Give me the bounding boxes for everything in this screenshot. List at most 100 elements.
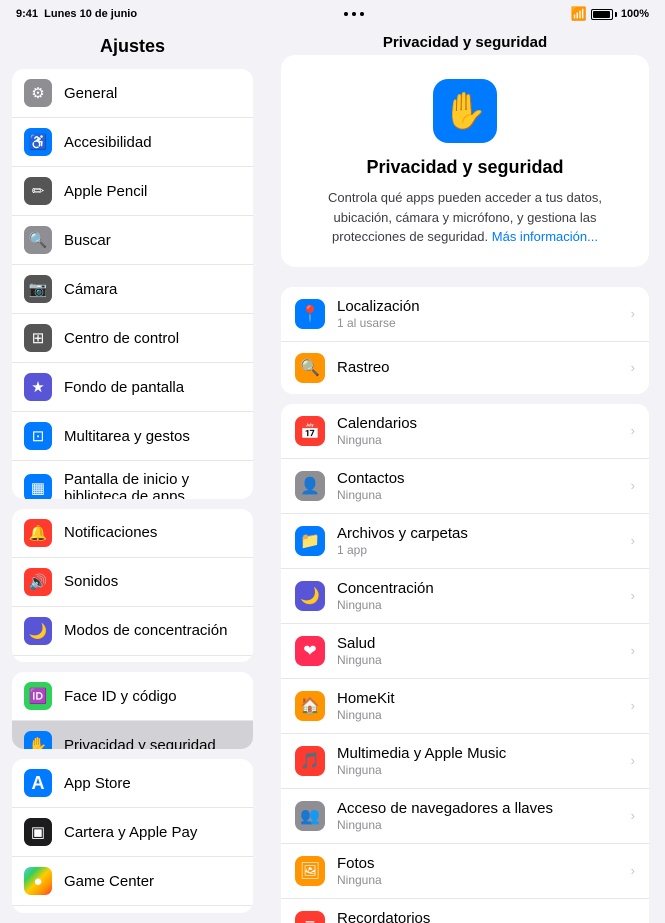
salud-content: Salud Ninguna	[337, 635, 627, 667]
archivos-chevron: ›	[631, 533, 635, 548]
localizacion-icon: 📍	[295, 299, 325, 329]
multimedia-subtitle: Ninguna	[337, 763, 627, 777]
sidebar-item-privacy[interactable]: ✋ Privacidad y seguridad	[12, 721, 253, 749]
sidebar-group-3: 🆔 Face ID y código ✋ Privacidad y seguri…	[12, 672, 253, 749]
llaves-chevron: ›	[631, 808, 635, 823]
sidebar-item-screentime[interactable]: ⏱ Tiempo de uso	[12, 656, 253, 663]
llaves-content: Acceso de navegadores a llaves Ninguna	[337, 800, 627, 832]
concentracion-icon: 🌙	[24, 617, 52, 645]
llaves-subtitle: Ninguna	[337, 818, 627, 832]
fotos-icon: 🖼	[295, 856, 325, 886]
sidebar-item-camara[interactable]: 📷 Cámara	[12, 265, 253, 314]
sidebar-item-faceid[interactable]: 🆔 Face ID y código	[12, 672, 253, 721]
rastreo-right: ›	[627, 360, 635, 375]
pencil-label: Apple Pencil	[64, 183, 147, 200]
battery-body	[591, 9, 613, 20]
recordatorios-title: Recordatorios	[337, 910, 627, 923]
settings-row-llaves[interactable]: 👥 Acceso de navegadores a llaves Ninguna…	[281, 789, 649, 844]
sonidos-label: Sonidos	[64, 573, 118, 590]
detail-title: Privacidad y seguridad	[383, 34, 547, 51]
multitarea-icon: ⊡	[24, 422, 52, 450]
status-right: 📶 100%	[571, 6, 649, 22]
battery-fill	[593, 11, 610, 18]
salud-icon: ❤	[295, 636, 325, 666]
sidebar-item-fondo[interactable]: ★ Fondo de pantalla	[12, 363, 253, 412]
settings-row-archivos[interactable]: 📁 Archivos y carpetas 1 app ›	[281, 514, 649, 569]
archivos-subtitle: 1 app	[337, 543, 627, 557]
calendarios-subtitle: Ninguna	[337, 433, 627, 447]
sidebar-item-concentracion[interactable]: 🌙 Modos de concentración	[12, 607, 253, 656]
contactos-chevron: ›	[631, 478, 635, 493]
concentracion-detail-icon: 🌙	[295, 581, 325, 611]
fotos-subtitle: Ninguna	[337, 873, 627, 887]
sidebar-item-accesibilidad[interactable]: ♿ Accesibilidad	[12, 118, 253, 167]
privacy-label: Privacidad y seguridad	[64, 737, 216, 749]
salud-subtitle: Ninguna	[337, 653, 627, 667]
sidebar-item-wallet[interactable]: ▣ Cartera y Apple Pay	[12, 808, 253, 857]
salud-title: Salud	[337, 635, 627, 652]
fotos-title: Fotos	[337, 855, 627, 872]
localizacion-right: ›	[627, 306, 635, 321]
settings-row-recordatorios[interactable]: ≡ Recordatorios Ninguna ›	[281, 899, 649, 923]
settings-row-fotos[interactable]: 🖼 Fotos Ninguna ›	[281, 844, 649, 899]
sidebar-item-control[interactable]: ⊞ Centro de control	[12, 314, 253, 363]
privacy-icon: ✋	[24, 731, 52, 749]
settings-row-contactos[interactable]: 👤 Contactos Ninguna ›	[281, 459, 649, 514]
sonidos-icon: 🔊	[24, 568, 52, 596]
camara-icon: 📷	[24, 275, 52, 303]
concentracion-detail-subtitle: Ninguna	[337, 598, 627, 612]
sidebar-item-appstore[interactable]: A App Store	[12, 759, 253, 808]
sidebar-group-1: ⚙ General ♿ Accesibilidad ✏ Apple Pencil…	[12, 69, 253, 499]
general-label: General	[64, 85, 117, 102]
wallet-label: Cartera y Apple Pay	[64, 824, 197, 841]
dot1	[344, 12, 348, 16]
battery-pct: 100%	[621, 8, 649, 20]
sidebar-item-homescreen[interactable]: ▦ Pantalla de inicio y biblioteca de app…	[12, 461, 253, 499]
sidebar-item-pencil[interactable]: ✏ Apple Pencil	[12, 167, 253, 216]
detail-content: ✋ Privacidad y seguridad Controla qué ap…	[265, 55, 665, 923]
notificaciones-icon: 🔔	[24, 519, 52, 547]
settings-row-rastreo[interactable]: 🔍 Rastreo ›	[281, 342, 649, 394]
llaves-title: Acceso de navegadores a llaves	[337, 800, 627, 817]
settings-row-salud[interactable]: ❤ Salud Ninguna ›	[281, 624, 649, 679]
sidebar-item-icloud[interactable]: ☁ iCloud	[12, 906, 253, 913]
status-center	[344, 12, 364, 16]
multimedia-chevron: ›	[631, 753, 635, 768]
sidebar-item-notificaciones[interactable]: 🔔 Notificaciones	[12, 509, 253, 558]
hero-description: Controla qué apps pueden acceder a tus d…	[301, 188, 629, 247]
faceid-icon: 🆔	[24, 682, 52, 710]
status-time-date: 9:41 Lunes 10 de junio	[16, 8, 137, 20]
more-info-link[interactable]: Más información...	[492, 229, 598, 244]
dot2	[352, 12, 356, 16]
accesibilidad-icon: ♿	[24, 128, 52, 156]
sidebar-group-4: A App Store ▣ Cartera y Apple Pay ● Game…	[12, 759, 253, 913]
fotos-chevron: ›	[631, 863, 635, 878]
archivos-title: Archivos y carpetas	[337, 525, 627, 542]
contactos-title: Contactos	[337, 470, 627, 487]
settings-row-multimedia[interactable]: 🎵 Multimedia y Apple Music Ninguna ›	[281, 734, 649, 789]
battery-tip	[615, 12, 617, 17]
settings-row-homekit[interactable]: 🏠 HomeKit Ninguna ›	[281, 679, 649, 734]
settings-row-calendarios[interactable]: 📅 Calendarios Ninguna ›	[281, 404, 649, 459]
sidebar-item-gamecenter[interactable]: ● Game Center	[12, 857, 253, 906]
detail-panel: Privacidad y seguridad ✋ Privacidad y se…	[265, 26, 665, 923]
sidebar-item-multitarea[interactable]: ⊡ Multitarea y gestos	[12, 412, 253, 461]
calendarios-chevron: ›	[631, 423, 635, 438]
fondo-label: Fondo de pantalla	[64, 379, 184, 396]
localizacion-chevron: ›	[631, 306, 635, 321]
concentracion-detail-title: Concentración	[337, 580, 627, 597]
rastreo-title: Rastreo	[337, 359, 627, 376]
settings-row-localizacion[interactable]: 📍 Localización 1 al usarse ›	[281, 287, 649, 342]
detail-header: Privacidad y seguridad	[265, 26, 665, 55]
sidebar-item-general[interactable]: ⚙ General	[12, 69, 253, 118]
recordatorios-content: Recordatorios Ninguna	[337, 910, 627, 923]
rastreo-content: Rastreo	[337, 359, 627, 376]
homekit-title: HomeKit	[337, 690, 627, 707]
sidebar-item-buscar[interactable]: 🔍 Buscar	[12, 216, 253, 265]
wallet-icon: ▣	[24, 818, 52, 846]
settings-row-concentracion-detail[interactable]: 🌙 Concentración Ninguna ›	[281, 569, 649, 624]
buscar-label: Buscar	[64, 232, 111, 249]
contactos-subtitle: Ninguna	[337, 488, 627, 502]
gamecenter-icon: ●	[24, 867, 52, 895]
sidebar-item-sonidos[interactable]: 🔊 Sonidos	[12, 558, 253, 607]
